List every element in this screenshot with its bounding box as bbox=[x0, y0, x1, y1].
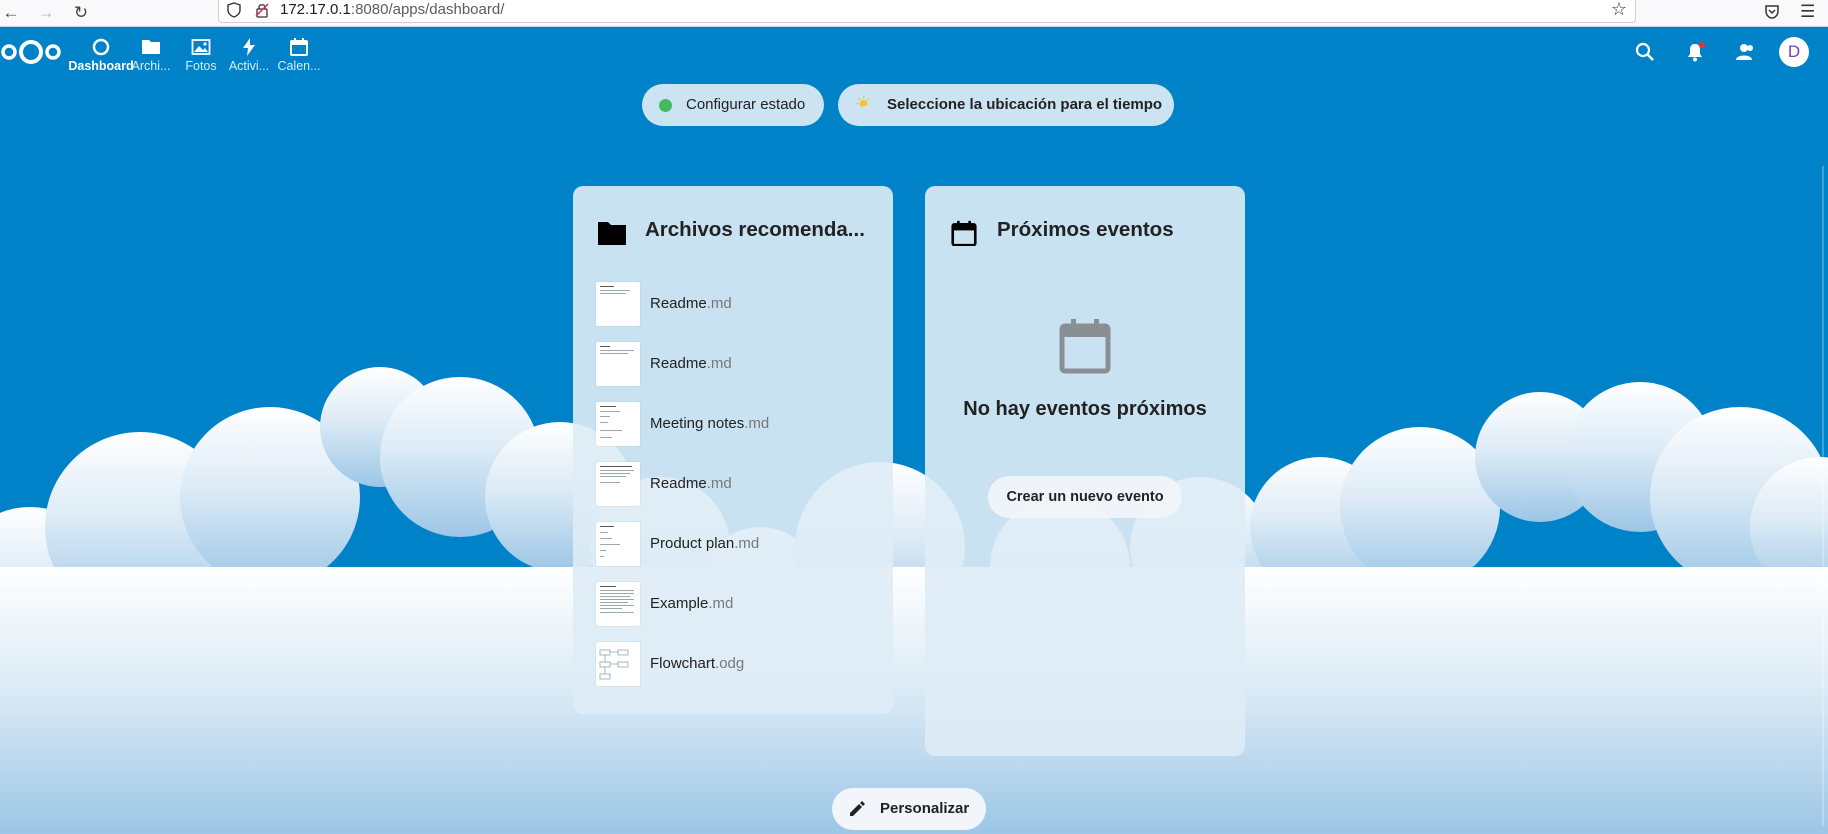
file-item[interactable]: Flowchart.odg bbox=[596, 642, 876, 688]
file-extension: .md bbox=[706, 295, 732, 312]
file-thumbnail bbox=[596, 522, 640, 566]
app-calendar[interactable]: Calen... bbox=[276, 37, 322, 79]
app-label: Fotos bbox=[185, 59, 217, 73]
file-item[interactable]: Meeting notes.md bbox=[596, 402, 876, 448]
file-basename: Flowchart bbox=[650, 655, 716, 672]
set-status-button[interactable]: Configurar estado bbox=[642, 84, 824, 126]
weather-location-button[interactable]: Seleccione la ubicación para el tiempo bbox=[838, 84, 1174, 126]
app-photos[interactable]: Fotos bbox=[180, 37, 222, 79]
file-item[interactable]: Example.md bbox=[596, 582, 876, 628]
app-activity[interactable]: Activi... bbox=[226, 37, 272, 79]
file-thumbnail bbox=[596, 582, 640, 626]
app-header: Dashboard Archi... Fotos Activi... Calen… bbox=[0, 27, 1828, 77]
cloud-background bbox=[0, 367, 1828, 834]
file-thumbnail bbox=[596, 282, 640, 326]
customize-button[interactable]: Personalizar bbox=[832, 788, 986, 830]
file-extension: .odg bbox=[715, 655, 745, 672]
file-item[interactable]: Product plan.md bbox=[596, 522, 876, 568]
app-label: Calen... bbox=[277, 59, 321, 73]
file-thumbnail bbox=[596, 342, 640, 386]
file-extension: .md bbox=[744, 415, 770, 432]
customize-label: Personalizar bbox=[880, 800, 970, 817]
hamburger-menu-icon[interactable]: ☰ bbox=[1800, 2, 1815, 22]
app-label: Activi... bbox=[228, 59, 270, 73]
pocket-icon[interactable] bbox=[1764, 4, 1780, 20]
file-thumbnail bbox=[596, 462, 640, 506]
user-avatar[interactable]: D bbox=[1779, 37, 1809, 67]
forward-icon[interactable]: → bbox=[35, 2, 57, 24]
file-name: Readme.md bbox=[650, 355, 732, 372]
empty-calendar-icon bbox=[1059, 319, 1111, 374]
scrollbar[interactable] bbox=[1822, 166, 1824, 826]
bookmark-star-icon[interactable]: ☆ bbox=[1611, 0, 1627, 20]
file-basename: Meeting notes bbox=[650, 415, 745, 432]
file-thumbnail bbox=[596, 642, 640, 686]
dashboard-icon bbox=[92, 38, 110, 56]
file-name: Readme.md bbox=[650, 295, 732, 312]
recommended-files-widget: Archivos recomenda... Readme.md Readme.m… bbox=[573, 186, 893, 714]
file-item[interactable]: Readme.md bbox=[596, 462, 876, 508]
folder-icon bbox=[142, 40, 160, 54]
url-host: 172.17.0.1 bbox=[280, 1, 351, 18]
pencil-icon bbox=[850, 801, 865, 816]
file-name: Readme.md bbox=[650, 475, 732, 492]
file-thumbnail bbox=[596, 402, 640, 446]
contacts-icon[interactable] bbox=[1733, 41, 1755, 63]
empty-events-message: No hay eventos próximos bbox=[963, 398, 1207, 420]
image-icon bbox=[191, 39, 211, 55]
file-item[interactable]: Readme.md bbox=[596, 282, 876, 328]
file-extension: .md bbox=[706, 475, 732, 492]
search-icon[interactable] bbox=[1634, 41, 1656, 63]
shield-icon bbox=[227, 2, 241, 18]
file-basename: Product plan bbox=[650, 535, 735, 552]
file-name: Example.md bbox=[650, 595, 733, 612]
file-basename: Example bbox=[650, 595, 709, 612]
lightning-icon bbox=[243, 38, 255, 56]
file-basename: Readme bbox=[650, 475, 707, 492]
app-label: Archi... bbox=[131, 59, 171, 73]
file-extension: .md bbox=[708, 595, 734, 612]
widget-title[interactable]: Próximos eventos bbox=[997, 218, 1174, 242]
weather-label: Seleccione la ubicación para el tiempo bbox=[887, 96, 1163, 113]
folder-icon bbox=[598, 222, 626, 245]
flowchart-preview bbox=[599, 649, 629, 680]
file-extension: .md bbox=[734, 535, 760, 552]
file-name: Product plan.md bbox=[650, 535, 759, 552]
set-status-label: Configurar estado bbox=[686, 96, 806, 113]
insecure-lock-icon bbox=[255, 3, 269, 18]
upcoming-events-widget: Próximos eventos No hay eventos próximos… bbox=[925, 186, 1245, 756]
file-name: Meeting notes.md bbox=[650, 415, 769, 432]
online-status-icon bbox=[659, 99, 672, 112]
weather-sun-cloud-icon bbox=[856, 96, 875, 114]
create-event-button[interactable]: Crear un nuevo evento bbox=[988, 476, 1182, 518]
file-item[interactable]: Readme.md bbox=[596, 342, 876, 388]
app-files[interactable]: Archi... bbox=[126, 37, 176, 79]
calendar-icon bbox=[290, 38, 308, 56]
back-icon[interactable]: ← bbox=[0, 2, 22, 24]
url-path: :8080/apps/dashboard/ bbox=[350, 1, 505, 18]
address-bar[interactable]: 172.17.0.1:8080/apps/dashboard/ ☆ bbox=[218, 0, 1636, 23]
calendar-icon bbox=[951, 220, 977, 246]
widget-title[interactable]: Archivos recomenda... bbox=[645, 218, 865, 242]
file-basename: Readme bbox=[650, 295, 707, 312]
notification-dot bbox=[1699, 42, 1705, 48]
file-name: Flowchart.odg bbox=[650, 655, 744, 672]
file-basename: Readme bbox=[650, 355, 707, 372]
nextcloud-logo[interactable] bbox=[0, 37, 62, 67]
url-text: 172.17.0.1:8080/apps/dashboard/ bbox=[280, 1, 504, 18]
browser-toolbar: ← → ↻ 172.17.0.1:8080/apps/dashboard/ ☆ … bbox=[0, 0, 1828, 27]
file-extension: .md bbox=[706, 355, 732, 372]
reload-icon[interactable]: ↻ bbox=[70, 2, 92, 24]
